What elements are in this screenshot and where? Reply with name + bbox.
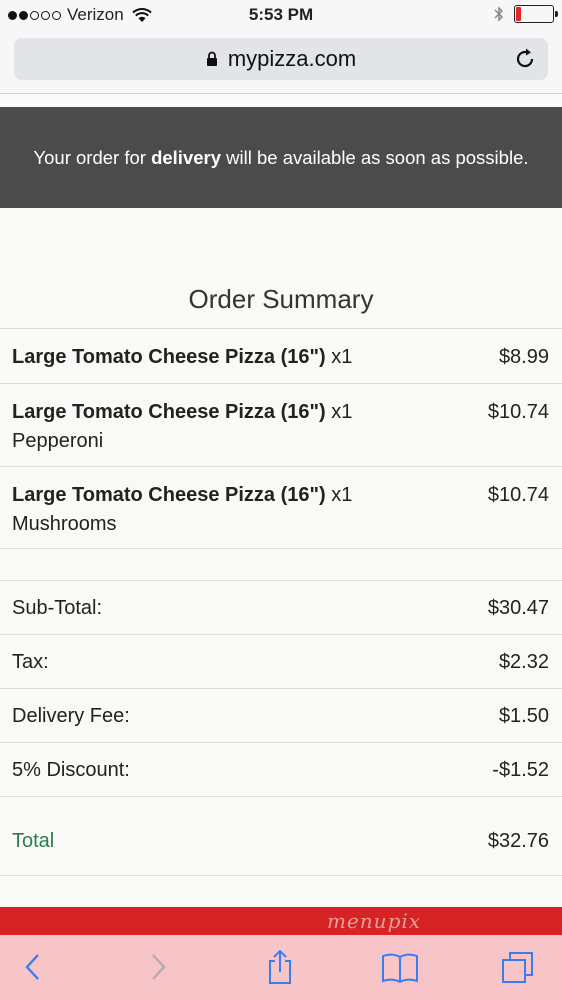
forward-icon[interactable] <box>138 947 178 987</box>
tax-value: $2.32 <box>498 651 549 673</box>
browser-toolbar <box>0 935 562 1000</box>
item-price: $10.74 <box>487 484 549 506</box>
tabs-icon[interactable] <box>498 947 538 987</box>
subtotal-label: Sub-Total: <box>12 597 103 619</box>
lock-icon <box>206 51 217 66</box>
order-summary-title: Order Summary <box>188 284 374 314</box>
order-item: Large Tomato Cheese Pizza (16") x1 Mushr… <box>0 466 562 548</box>
item-name: Large Tomato Cheese Pizza (16") <box>12 484 326 506</box>
divider <box>0 548 562 549</box>
discount-row: 5% Discount: -$1.52 <box>0 742 562 796</box>
total-label: Total <box>12 830 55 852</box>
order-item: Large Tomato Cheese Pizza (16") x1 Peppe… <box>0 383 562 466</box>
bluetooth-icon <box>494 6 504 22</box>
item-price: $8.99 <box>498 346 549 368</box>
item-name: Large Tomato Cheese Pizza (16") <box>12 401 326 423</box>
item-topping: Mushrooms <box>12 513 117 535</box>
total-row: Total $32.76 <box>0 796 562 876</box>
url-display[interactable]: mypizza.com <box>14 38 548 80</box>
checkout-bar[interactable]: menupix <box>0 907 562 935</box>
delivery-fee-row: Delivery Fee: $1.50 <box>0 688 562 742</box>
discount-label: 5% Discount: <box>12 759 130 781</box>
reload-icon[interactable] <box>512 46 538 72</box>
battery-icon <box>514 5 558 23</box>
delivery-fee-value: $1.50 <box>498 705 549 727</box>
tax-label: Tax: <box>12 651 49 673</box>
subtotal-value: $30.47 <box>487 597 549 619</box>
item-price: $10.74 <box>487 401 549 423</box>
item-name: Large Tomato Cheese Pizza (16") <box>12 346 326 368</box>
status-bar: Verizon 5:53 PM <box>0 0 562 32</box>
url-text: mypizza.com <box>227 46 357 71</box>
share-icon[interactable] <box>260 947 300 987</box>
total-value: $32.76 <box>487 830 549 852</box>
tax-row: Tax: $2.32 <box>0 634 562 688</box>
item-qty: x1 <box>331 346 353 368</box>
discount-value: -$1.52 <box>492 759 549 781</box>
browser-chrome: mypizza.com <box>0 32 562 94</box>
subtotal-row: Sub-Total: $30.47 <box>0 580 562 634</box>
clock: 5:53 PM <box>248 5 314 24</box>
delivery-banner: Your order for delivery will be availabl… <box>0 107 562 208</box>
bookmarks-icon[interactable] <box>380 947 420 987</box>
delivery-fee-label: Delivery Fee: <box>12 705 130 727</box>
back-icon[interactable] <box>13 947 53 987</box>
item-qty: x1 <box>331 484 353 506</box>
battery-level <box>516 7 521 21</box>
item-topping: Pepperoni <box>12 430 104 452</box>
banner-mode: delivery <box>151 146 222 168</box>
order-item: Large Tomato Cheese Pizza (16") x1 $8.99 <box>0 328 562 383</box>
address-bar[interactable]: mypizza.com <box>14 38 548 80</box>
status-right <box>494 5 558 23</box>
banner-message: Your order for delivery will be availabl… <box>33 146 529 168</box>
item-qty: x1 <box>331 401 353 423</box>
watermark: menupix <box>327 909 422 933</box>
